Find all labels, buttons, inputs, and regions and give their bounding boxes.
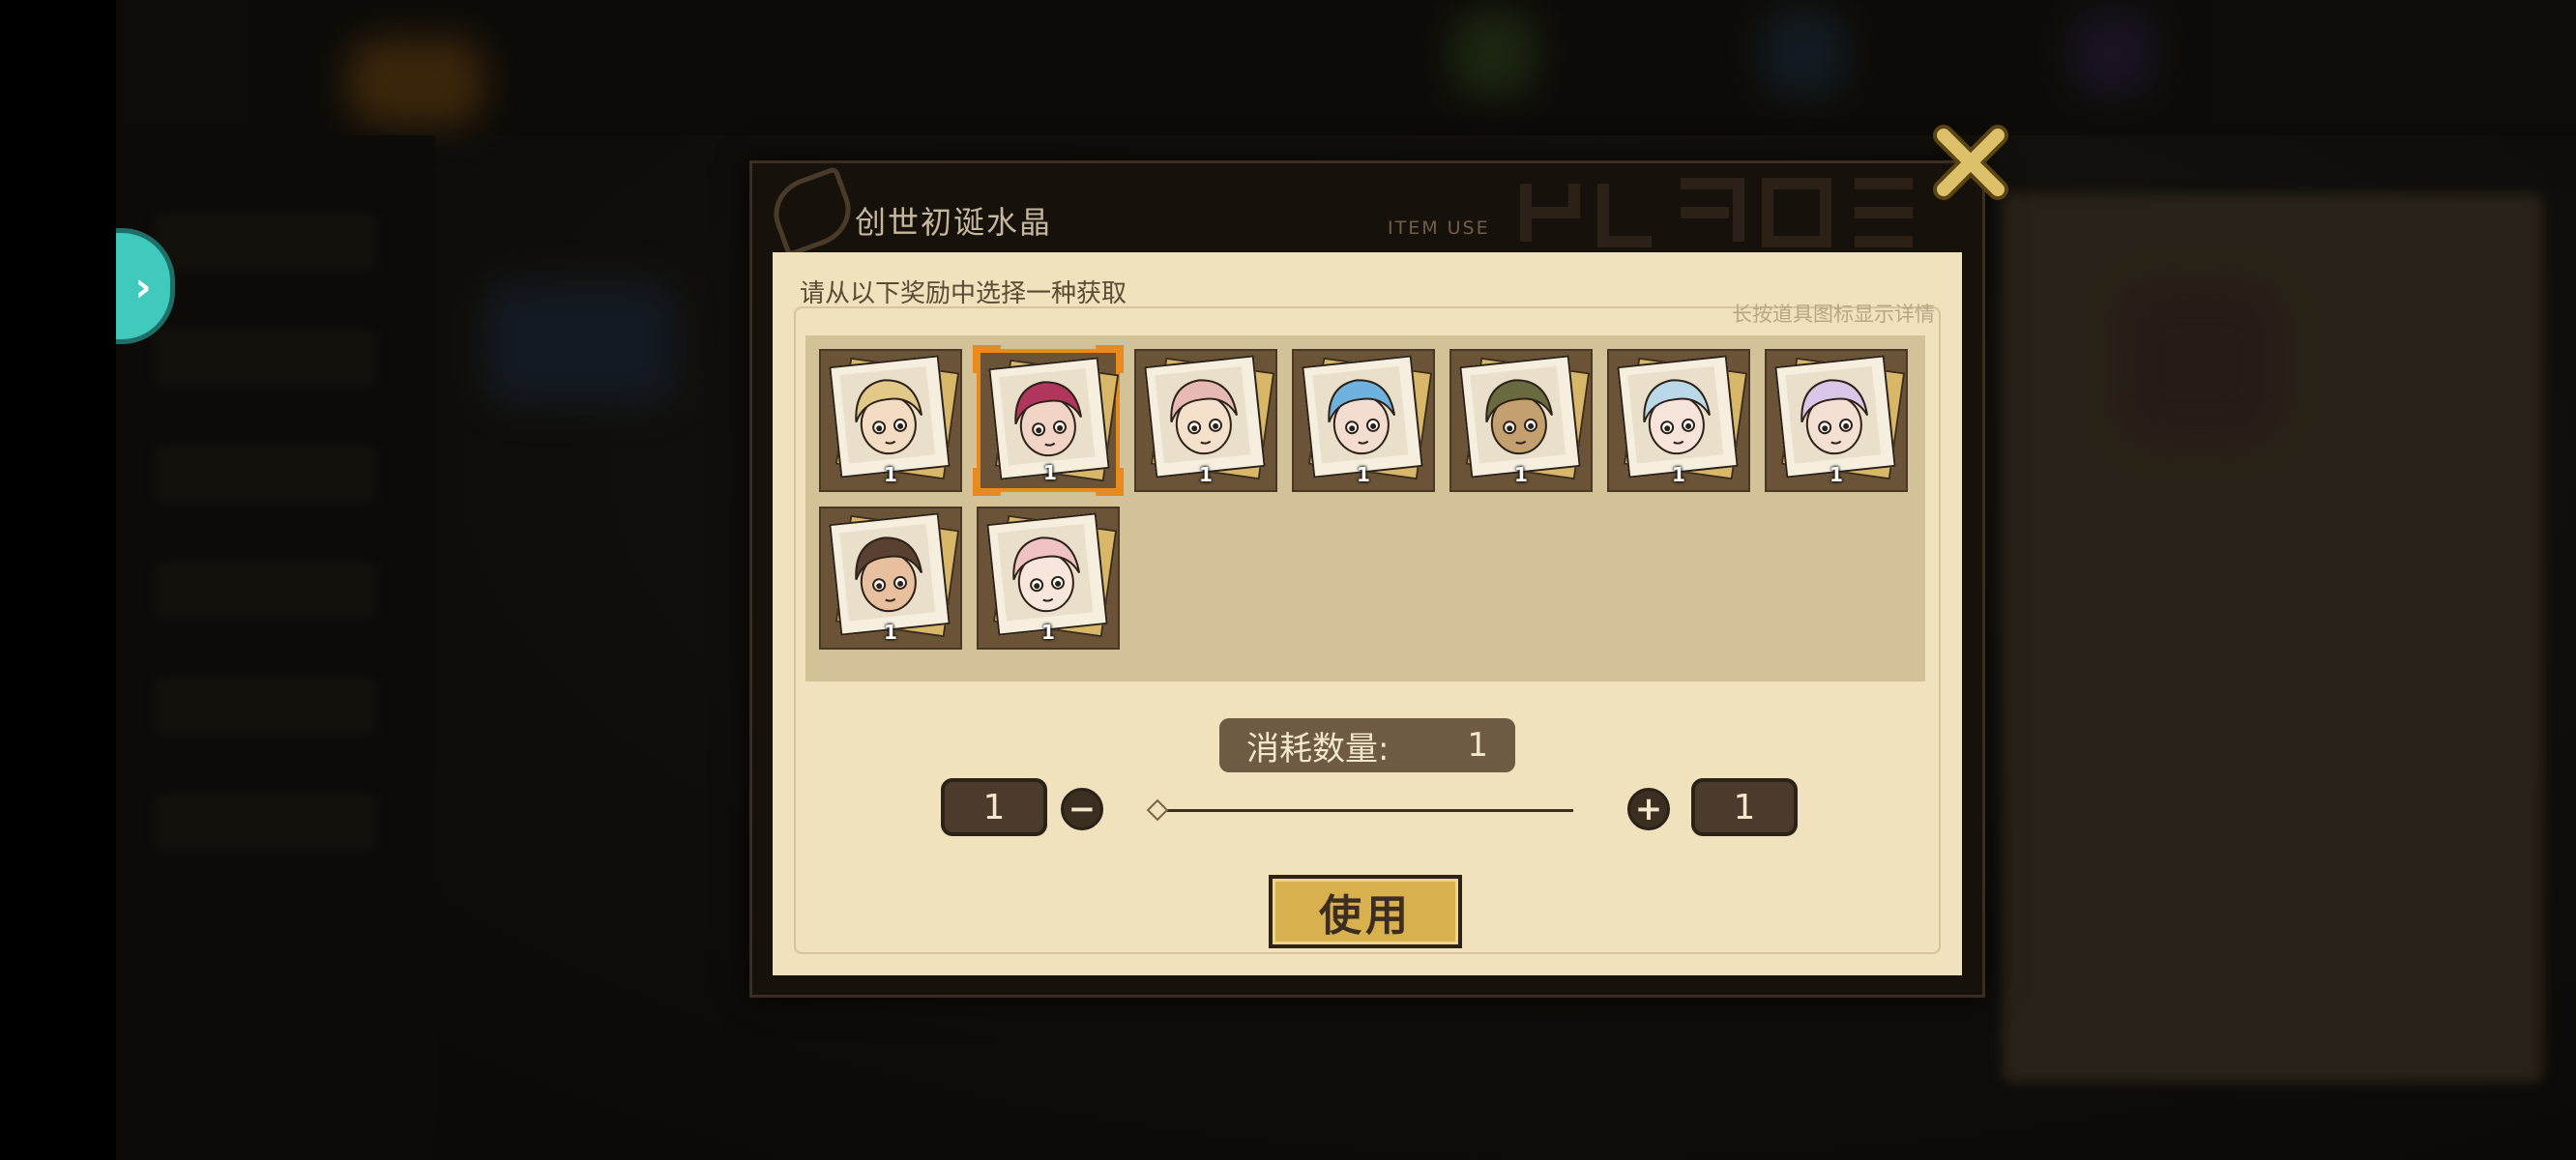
character-portrait — [829, 512, 951, 636]
quantity-slider[interactable] — [1156, 809, 1573, 812]
reward-item[interactable]: 1 — [1765, 349, 1908, 492]
character-face-icon — [1155, 365, 1251, 464]
item-count: 1 — [884, 621, 897, 644]
character-face-icon — [1312, 365, 1409, 464]
item-count: 1 — [1830, 463, 1843, 486]
crystal-emblem-icon — [764, 165, 861, 252]
character-portrait — [1144, 355, 1266, 478]
item-use-dialog: 创世初诞水晶 ITEM USE 请从以下奖励中选择一种获取 长按道具图标显示详情… — [749, 160, 1985, 998]
item-count: 1 — [1514, 463, 1528, 486]
character-face-icon — [839, 365, 936, 464]
dialog-title: 创世初诞水晶 — [855, 204, 1053, 241]
item-count: 1 — [1672, 463, 1685, 486]
reward-item[interactable]: 1 — [977, 507, 1120, 650]
character-portrait — [1774, 355, 1896, 478]
character-face-icon — [1627, 365, 1724, 464]
current-quantity-box: 1 — [941, 778, 1047, 836]
character-face-icon — [1470, 365, 1566, 464]
dialog-header: 创世初诞水晶 ITEM USE — [752, 163, 1982, 252]
reward-grid: 1 1 1 1 1 1 1 1 1 — [805, 335, 1925, 682]
dialog-subtitle: ITEM USE — [1388, 218, 1490, 239]
close-icon — [1933, 125, 2008, 200]
character-portrait — [1617, 355, 1739, 478]
selection-corner — [1096, 345, 1124, 373]
selection-corner — [1096, 468, 1124, 496]
decorative-glyph-icon — [1520, 178, 1913, 247]
slider-handle[interactable] — [1146, 798, 1169, 822]
use-button[interactable]: 使用 — [1269, 875, 1462, 948]
character-portrait — [829, 355, 951, 478]
reward-item[interactable]: 1 — [1449, 349, 1593, 492]
reward-item[interactable]: 1 — [1607, 349, 1750, 492]
item-count: 1 — [1357, 463, 1370, 486]
plus-icon: + — [1634, 790, 1663, 828]
reward-item[interactable]: 1 — [1292, 349, 1435, 492]
character-portrait — [986, 512, 1108, 636]
consume-value: 1 — [1467, 726, 1488, 765]
minus-icon: − — [1068, 790, 1097, 828]
consume-amount-pill: 消耗数量: 1 — [1219, 718, 1515, 772]
header-decoration-glyphs — [1507, 163, 1951, 252]
character-face-icon — [1785, 365, 1882, 464]
selection-corner — [973, 345, 1001, 373]
character-portrait — [1459, 355, 1581, 478]
item-count: 1 — [884, 463, 897, 486]
instruction-text: 请从以下奖励中选择一种获取 — [800, 279, 1127, 308]
character-face-icon — [839, 523, 936, 622]
reward-item[interactable]: 1 — [819, 349, 962, 492]
decrease-button[interactable]: − — [1061, 788, 1103, 830]
chevron-right-icon: › — [134, 262, 152, 310]
max-quantity-box: 1 — [1691, 778, 1798, 836]
character-portrait — [1302, 355, 1423, 478]
reward-item[interactable]: 1 — [973, 345, 1124, 496]
reward-item[interactable]: 1 — [1134, 349, 1277, 492]
consume-label: 消耗数量: — [1246, 729, 1390, 768]
item-count: 1 — [1041, 621, 1055, 644]
character-face-icon — [997, 523, 1094, 622]
long-press-hint: 长按道具图标显示详情 — [1732, 303, 1935, 326]
selection-corner — [973, 468, 1001, 496]
character-face-icon — [999, 367, 1096, 466]
reward-item[interactable]: 1 — [819, 507, 962, 650]
item-count: 1 — [1199, 463, 1213, 486]
increase-button[interactable]: + — [1627, 788, 1670, 830]
content-panel: 请从以下奖励中选择一种获取 长按道具图标显示详情 1 1 1 1 1 1 1 1 1 消耗数量:… — [773, 252, 1962, 975]
close-button[interactable] — [1924, 116, 2017, 209]
